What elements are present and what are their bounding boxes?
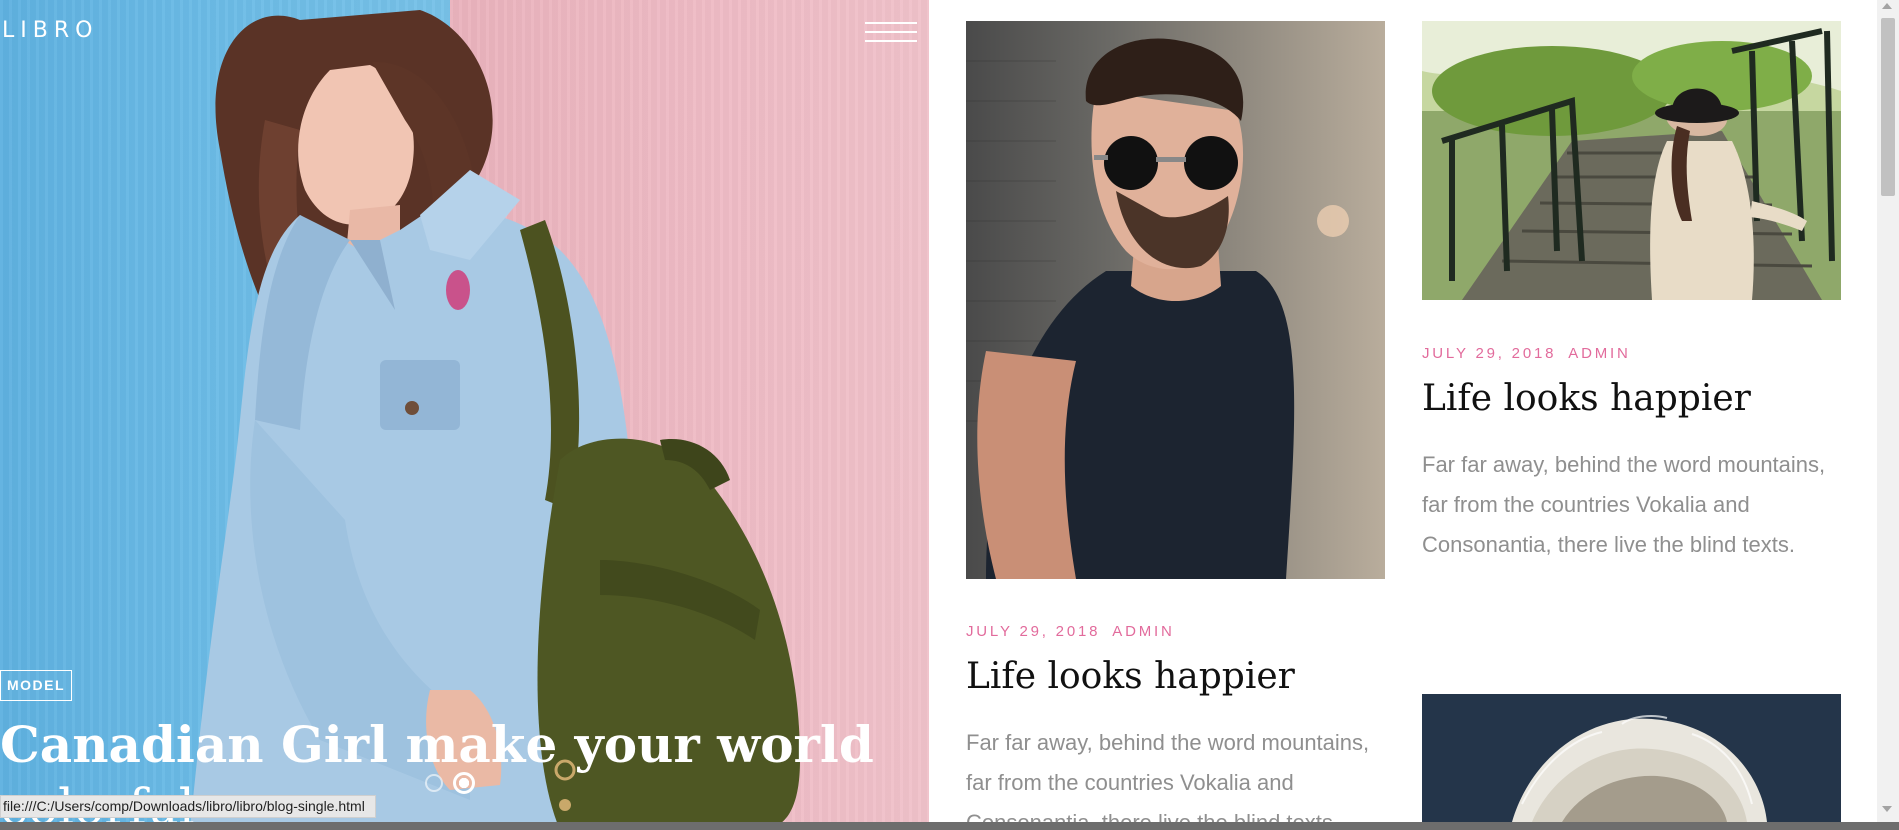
slider-dots [425, 772, 475, 794]
hero-photo-girl [190, 10, 800, 830]
post-2-excerpt: Far far away, behind the word mountains,… [1422, 452, 1826, 557]
post-1-date[interactable]: JULY 29, 2018 [966, 623, 1100, 640]
post-3-image-person-white-hair [1422, 694, 1841, 822]
slider-dot-2-active[interactable] [453, 772, 475, 794]
post-1-meta: JULY 29, 2018 ADMIN [966, 623, 1175, 640]
post-1-author[interactable]: ADMIN [1112, 623, 1174, 640]
scroll-up-arrow-icon[interactable] [1882, 3, 1892, 9]
site-logo[interactable]: LIBRO [2, 18, 98, 43]
post-2-thumbnail[interactable] [1422, 21, 1841, 300]
slider-dot-1[interactable] [425, 774, 443, 792]
post-2-image-woman-stairs [1422, 21, 1841, 300]
hero-category-badge[interactable]: MODEL [0, 670, 73, 701]
hero-slider[interactable]: LIBRO MODEL Canadian Girl make your worl… [0, 0, 929, 830]
post-2-title[interactable]: Life looks happier [1422, 376, 1751, 422]
scrollbar-thumb[interactable] [1881, 18, 1895, 196]
post-2-meta: JULY 29, 2018 ADMIN [1422, 345, 1631, 362]
status-bar-link-preview: file:///C:/Users/comp/Downloads/libro/li… [0, 795, 376, 818]
post-1-image-man-sunglasses [966, 21, 1385, 579]
post-1-excerpt: Far far away, behind the word mountains,… [966, 730, 1370, 830]
hamburger-menu-icon[interactable] [865, 20, 917, 44]
hero-title[interactable]: Canadian Girl make your world [0, 714, 900, 776]
post-2-author[interactable]: ADMIN [1568, 345, 1630, 362]
window-bottom-edge [0, 822, 1899, 830]
post-3-thumbnail[interactable] [1422, 694, 1841, 822]
post-1-title[interactable]: Life looks happier [966, 654, 1295, 700]
vertical-scrollbar[interactable] [1877, 0, 1899, 822]
scroll-down-arrow-icon[interactable] [1882, 806, 1892, 812]
post-2-date[interactable]: JULY 29, 2018 [1422, 345, 1556, 362]
post-1-thumbnail[interactable] [966, 21, 1385, 579]
